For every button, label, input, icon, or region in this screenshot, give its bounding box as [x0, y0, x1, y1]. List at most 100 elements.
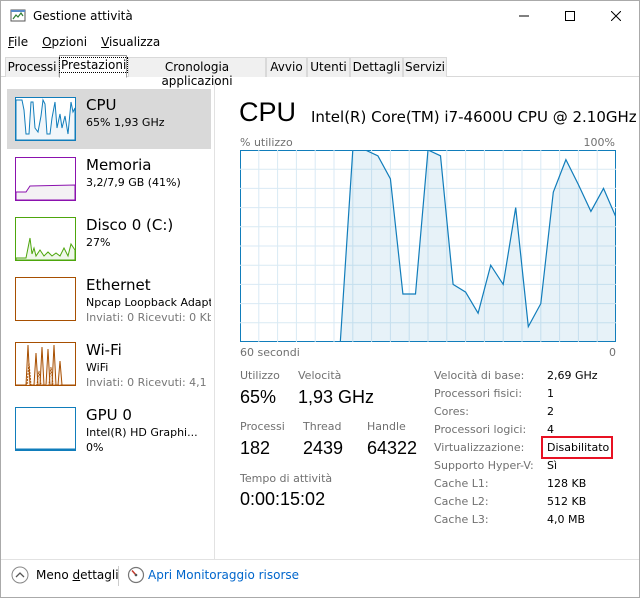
menu-file[interactable]: File — [1, 33, 35, 53]
gpu-thumbnail — [15, 407, 76, 451]
tab-processes[interactable]: Processi — [5, 57, 59, 77]
uptime-value: 0:00:15:02 — [240, 489, 326, 509]
tab-services[interactable]: Servizi — [403, 57, 447, 77]
utilization-value: 65% — [240, 387, 277, 407]
spec-label-hyperv: Supporto Hyper-V: — [434, 459, 534, 472]
sidebar-disk-name: Disco 0 (C:) — [86, 216, 174, 234]
sidebar-gpu-name: GPU 0 — [86, 406, 132, 424]
ethernet-thumbnail — [15, 277, 76, 321]
sidebar-cpu-sub: 65% 1,93 GHz — [86, 116, 165, 129]
processes-label: Processi — [240, 420, 285, 433]
close-button[interactable] — [593, 1, 639, 31]
spec-value-sockets: 1 — [547, 387, 554, 400]
graph-x-label: 60 secondi — [240, 346, 300, 359]
menu-options[interactable]: Opzioni — [35, 33, 94, 53]
menu-view[interactable]: Visualizza — [94, 33, 167, 53]
fewer-details-button[interactable]: Meno dettagli — [36, 568, 119, 582]
handles-label: Handle — [367, 420, 406, 433]
spec-label-logical: Processori logici: — [434, 423, 527, 436]
processes-value: 182 — [240, 438, 271, 458]
sidebar-disk-sub: 27% — [86, 236, 111, 249]
page-title: CPU — [239, 97, 297, 127]
menu-options-label: pzioni — [51, 35, 88, 49]
tab-bar: Processi Prestazioni Cronologia applicaz… — [1, 55, 639, 88]
spec-label-virtualization: Virtualizzazione: — [434, 441, 525, 454]
graph-y-label: % utilizzo — [240, 136, 293, 149]
tab-performance[interactable]: Prestazioni — [58, 55, 129, 78]
menu-bar: File Opzioni Visualizza — [1, 33, 167, 53]
spec-label-l3: Cache L3: — [434, 513, 489, 526]
tab-performance-label: Prestazioni — [58, 57, 129, 73]
menu-view-accel: V — [101, 35, 110, 49]
spec-value-l2: 512 KB — [547, 495, 587, 508]
spec-value-hyperv: Sì — [547, 459, 558, 472]
memory-thumbnail — [15, 157, 76, 201]
tab-app-history[interactable]: Cronologia applicazioni — [128, 57, 266, 88]
speed-label: Velocità — [298, 369, 342, 382]
uptime-label: Tempo di attività — [240, 472, 333, 485]
tab-processes-label: Processi — [7, 60, 57, 74]
sidebar-ethernet-sub: Npcap Loopback Adapt — [86, 296, 211, 309]
disk-thumbnail — [15, 217, 76, 261]
sidebar-wifi-sub: WiFi — [86, 361, 109, 374]
tab-startup-label: Avvio — [270, 60, 303, 74]
sidebar-ethernet-traffic: Inviati: 0 Ricevuti: 0 Kbps — [86, 311, 211, 324]
resource-sidebar: CPU 65% 1,93 GHz Memoria 3,2/7,9 GB (41%… — [1, 79, 215, 559]
tab-services-label: Servizi — [404, 60, 445, 74]
sidebar-memory-sub: 3,2/7,9 GB (41%) — [86, 176, 181, 189]
cpu-usage-graph — [240, 150, 616, 342]
cpu-thumbnail-graph — [16, 98, 75, 140]
sidebar-wifi-name: Wi-Fi — [86, 341, 122, 359]
processor-name: Intel(R) Core(TM) i7-4600U CPU @ 2.10GHz — [311, 108, 637, 126]
open-resource-monitor-link[interactable]: Apri Monitoraggio risorse — [148, 568, 299, 582]
spec-value-l1: 128 KB — [547, 477, 587, 490]
sidebar-gpu-usage: 0% — [86, 441, 104, 454]
sidebar-memory-name: Memoria — [86, 156, 152, 174]
minimize-icon — [519, 15, 529, 17]
sidebar-wifi-traffic: Inviati: 0 Ricevuti: 4,1 M — [86, 376, 211, 389]
speed-value: 1,93 GHz — [298, 387, 375, 407]
sidebar-item-wifi[interactable]: Wi-Fi WiFi Inviati: 0 Ricevuti: 4,1 M — [7, 334, 211, 394]
spec-label-l1: Cache L1: — [434, 477, 489, 490]
disk-thumbnail-graph — [16, 237, 75, 260]
maximize-icon — [565, 11, 575, 21]
utilization-label: Utilizzo — [240, 369, 280, 382]
menu-options-accel: O — [42, 35, 52, 49]
title-bar: Gestione attività — [1, 1, 639, 31]
spec-value-l3: 4,0 MB — [547, 513, 586, 526]
window-title: Gestione attività — [33, 9, 133, 23]
resource-monitor-icon — [127, 566, 145, 584]
tab-users-label: Utenti — [310, 60, 347, 74]
tab-details-label: Dettagli — [352, 60, 401, 74]
threads-label: Thread — [303, 420, 342, 433]
sidebar-ethernet-name: Ethernet — [86, 276, 151, 294]
spec-label-sockets: Processori fisici: — [434, 387, 523, 400]
cpu-thumbnail — [15, 97, 76, 141]
menu-file-label: ile — [14, 35, 29, 49]
sidebar-cpu-name: CPU — [86, 96, 117, 114]
wifi-thumbnail — [15, 342, 76, 386]
footer-separator — [118, 566, 119, 586]
virtualization-highlight-box — [541, 436, 613, 459]
tab-startup[interactable]: Avvio — [266, 57, 307, 77]
sidebar-item-memory[interactable]: Memoria 3,2/7,9 GB (41%) — [7, 149, 211, 209]
spec-label-l2: Cache L2: — [434, 495, 489, 508]
memory-thumbnail-graph — [16, 184, 75, 200]
sidebar-item-cpu[interactable]: CPU 65% 1,93 GHz — [7, 89, 211, 149]
graph-y-max: 100% — [583, 136, 615, 149]
threads-value: 2439 — [303, 438, 344, 458]
tab-details[interactable]: Dettagli — [350, 57, 403, 77]
graph-x-min: 0 — [609, 346, 616, 359]
sidebar-item-gpu[interactable]: GPU 0 Intel(R) HD Graphi... 0% — [7, 399, 211, 459]
handles-value: 64322 — [367, 438, 418, 458]
close-icon — [611, 11, 621, 21]
spec-value-logical: 4 — [547, 423, 554, 436]
collapse-chevron-icon[interactable] — [11, 566, 29, 584]
spec-value-base-speed: 2,69 GHz — [547, 369, 598, 382]
maximize-button[interactable] — [547, 1, 593, 31]
tab-users[interactable]: Utenti — [307, 57, 350, 77]
spec-label-cores: Cores: — [434, 405, 469, 418]
minimize-button[interactable] — [501, 1, 547, 31]
sidebar-item-ethernet[interactable]: Ethernet Npcap Loopback Adapt Inviati: 0… — [7, 269, 211, 329]
sidebar-item-disk[interactable]: Disco 0 (C:) 27% — [7, 209, 211, 269]
